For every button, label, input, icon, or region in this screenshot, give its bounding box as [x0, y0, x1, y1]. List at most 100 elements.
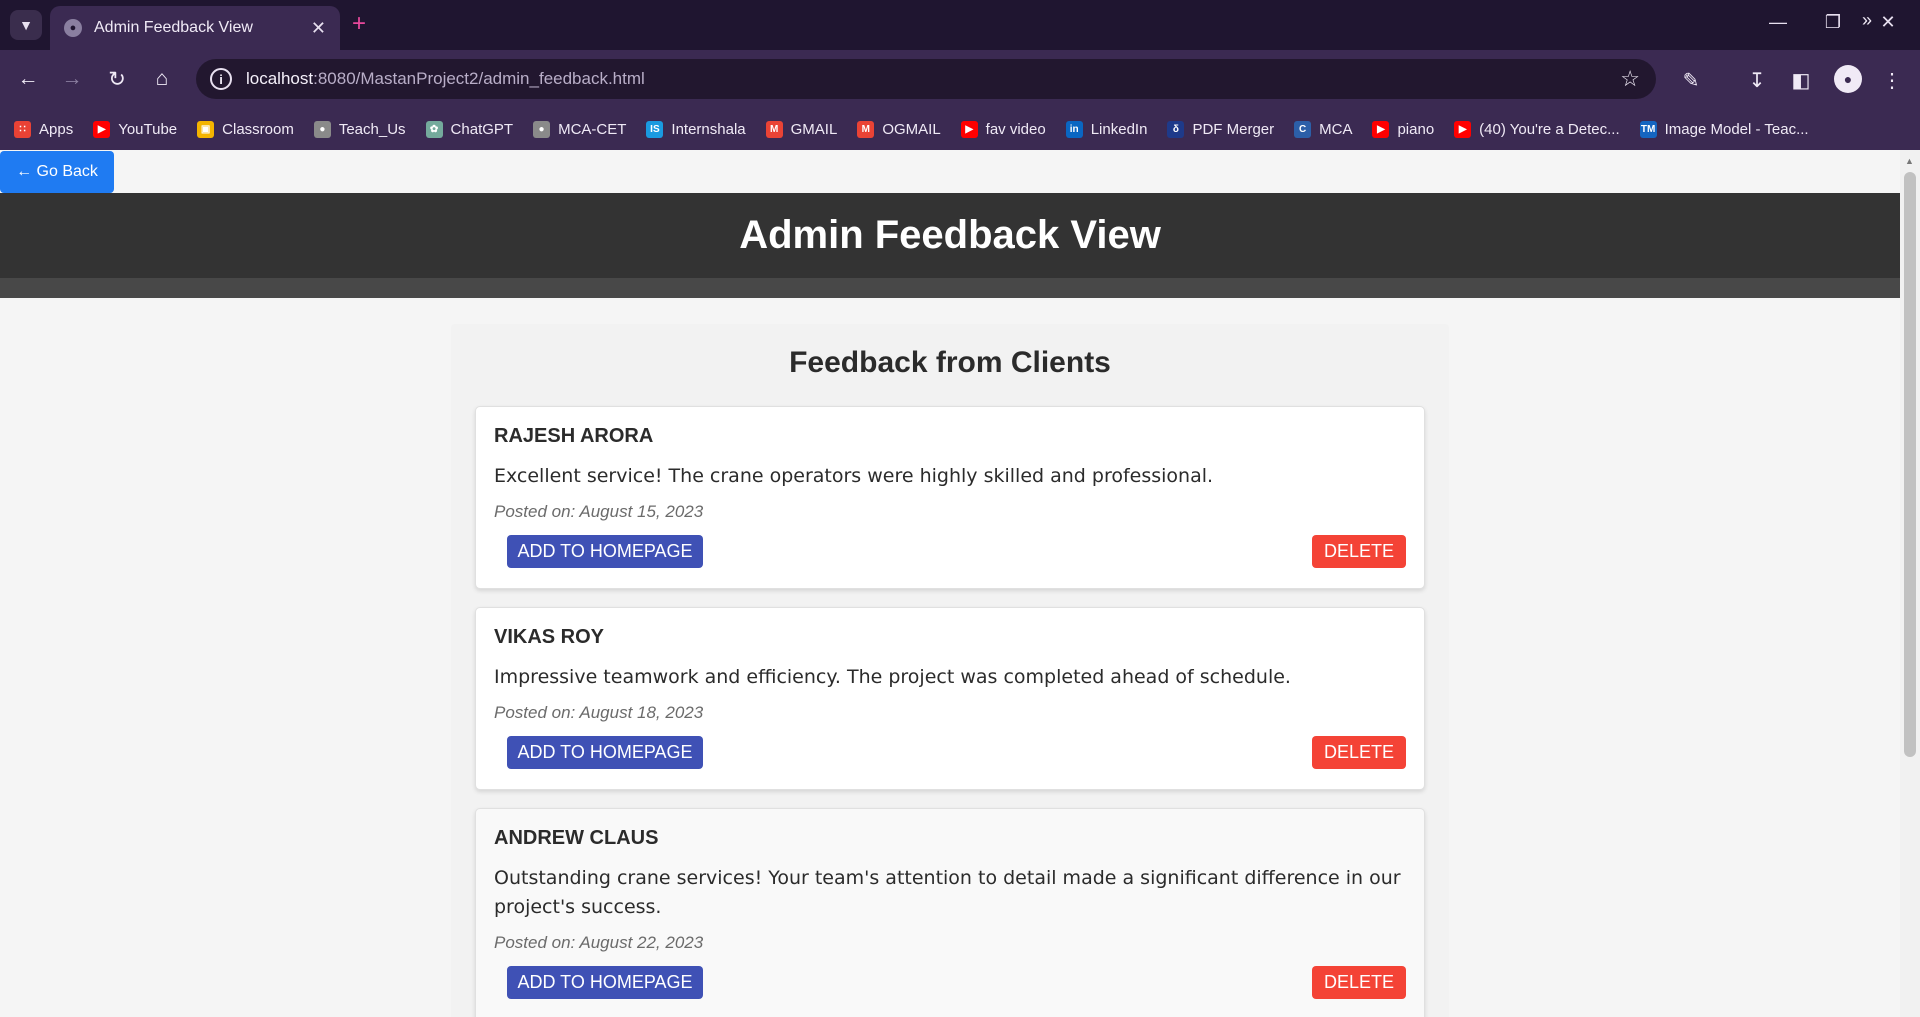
delete-button[interactable]: DELETE [1312, 736, 1406, 769]
bookmark-label: Internshala [671, 120, 746, 138]
bookmark-item[interactable]: ∷ Apps [14, 120, 74, 138]
profile-avatar[interactable]: ● [1834, 65, 1862, 93]
go-back-button[interactable]: ← Go Back [0, 151, 114, 193]
feedback-message: Outstanding crane services! Your team's … [494, 867, 1401, 918]
bookmark-label: Image Model - Teac... [1664, 120, 1809, 138]
bookmark-item[interactable]: M OGMAIL [857, 120, 941, 138]
close-window-icon[interactable]: ✕ [1868, 12, 1908, 33]
classroom-icon: ▣ [197, 120, 215, 138]
site-info-icon[interactable]: i [210, 68, 232, 90]
bookmarks-bar: ∷ Apps ▶ YouTube ▣ Classroom ● Teach_Us ✿ ChatGPT… [0, 108, 1920, 150]
section-title: Feedback from Clients [789, 346, 1111, 379]
restore-icon[interactable]: ❐ [1813, 12, 1853, 33]
delete-button[interactable]: DELETE [1312, 966, 1406, 999]
globe-icon: ● [533, 120, 551, 138]
bookmark-item[interactable]: ▶ YouTube [93, 120, 178, 138]
bookmark-label: PDF Merger [1192, 120, 1275, 138]
bookmark-item[interactable]: ✿ ChatGPT [425, 120, 514, 138]
chatgpt-icon: ✿ [425, 120, 443, 138]
pdf-merger-icon: δ [1167, 120, 1185, 138]
back-arrow-icon[interactable]: ← [14, 65, 42, 93]
menu-kebab-icon[interactable]: ⋮ [1878, 66, 1906, 94]
bookmark-label: YouTube [118, 120, 178, 138]
url-path: :8080/MastanProject2/admin_feedback.html [313, 69, 645, 88]
apps-grid-icon: ∷ [14, 120, 31, 138]
bookmark-label: Teach_Us [338, 120, 406, 138]
home-icon[interactable]: ⌂ [148, 65, 176, 93]
delete-button[interactable]: DELETE [1312, 535, 1406, 568]
minimize-icon[interactable]: — [1758, 12, 1798, 33]
posted-date: Posted on: August 18, 2023 [494, 703, 704, 722]
gmail-icon: M [857, 120, 875, 138]
url-host: localhost [246, 69, 314, 88]
feedback-container: Feedback from Clients RAJESH ARORA Excel… [451, 324, 1449, 1017]
bookmark-label: piano [1397, 120, 1435, 138]
bookmark-label: MCA-CET [558, 120, 627, 138]
youtube-icon: ▶ [960, 120, 978, 138]
feedback-message: Excellent service! The crane operators w… [494, 465, 1214, 487]
more-bookmarks-chevron-icon[interactable]: » [1862, 10, 1872, 31]
bookmark-item[interactable]: in LinkedIn [1065, 120, 1148, 138]
bookmark-label: ChatGPT [450, 120, 514, 138]
bookmark-star-icon[interactable]: ☆ [1620, 66, 1640, 92]
bookmark-item[interactable]: ▶ fav video [960, 120, 1046, 138]
tm-icon: TM [1639, 120, 1657, 138]
scrollbar-thumb[interactable] [1904, 172, 1916, 757]
scroll-up-arrow-icon[interactable]: ▲ [1905, 156, 1914, 166]
bookmark-label: Classroom [222, 120, 294, 138]
feedback-message: Impressive teamwork and efficiency. The … [494, 666, 1291, 688]
new-tab-plus-icon[interactable]: + [352, 12, 366, 36]
client-name: RAJESH ARORA [494, 425, 654, 447]
tab-search-chevron-icon[interactable]: ▼ [10, 10, 42, 40]
client-name: ANDREW CLAUS [494, 827, 659, 849]
page-viewport: ← Go Back Admin Feedback View Feedback f… [0, 150, 1900, 1017]
posted-date: Posted on: August 22, 2023 [494, 933, 704, 952]
page-title: Admin Feedback View [739, 213, 1161, 257]
youtube-icon: ▶ [1454, 120, 1472, 138]
bookmark-label: GMAIL [790, 120, 838, 138]
reload-icon[interactable]: ↻ [103, 65, 131, 93]
add-to-homepage-button[interactable]: ADD TO HOMEPAGE [507, 736, 703, 769]
bookmark-label: (40) You're a Detec... [1479, 120, 1620, 138]
bookmark-item[interactable]: ● Teach_Us [313, 120, 406, 138]
bookmark-item[interactable]: δ PDF Merger [1167, 120, 1275, 138]
browser-tab-strip: ▼ ● Admin Feedback View ✕ + — ❐ ✕ [0, 0, 1920, 50]
header-divider [0, 278, 1900, 298]
bookmark-item[interactable]: C MCA [1294, 120, 1353, 138]
bookmark-item[interactable]: M GMAIL [765, 120, 838, 138]
forward-arrow-icon[interactable]: → [58, 65, 86, 93]
vertical-scrollbar[interactable]: ▲ [1900, 150, 1920, 1017]
cet-icon: C [1294, 120, 1312, 138]
side-panel-icon[interactable]: ◧ [1787, 66, 1815, 94]
bookmark-item[interactable]: IS Internshala [646, 120, 746, 138]
tab-admin-feedback[interactable]: ● Admin Feedback View ✕ [50, 6, 340, 50]
bookmark-label: Apps [39, 120, 74, 138]
download-icon[interactable]: ↧ [1743, 66, 1771, 94]
bookmark-item[interactable]: ● MCA-CET [533, 120, 627, 138]
bookmark-item[interactable]: ▶ (40) You're a Detec... [1454, 120, 1620, 138]
bookmark-label: LinkedIn [1090, 120, 1148, 138]
close-tab-icon[interactable]: ✕ [311, 18, 326, 39]
address-bar[interactable]: i localhost:8080/MastanProject2/admin_fe… [196, 59, 1656, 99]
page-header: Admin Feedback View [0, 193, 1900, 278]
globe-icon: ● [313, 120, 331, 138]
bookmark-item[interactable]: ▶ piano [1372, 120, 1435, 138]
youtube-icon: ▶ [93, 120, 111, 138]
bookmark-label: fav video [985, 120, 1046, 138]
bookmark-item[interactable]: TM Image Model - Teac... [1639, 120, 1809, 138]
bookmark-label: OGMAIL [882, 120, 941, 138]
youtube-icon: ▶ [1372, 120, 1390, 138]
bookmark-item[interactable]: ▣ Classroom [197, 120, 294, 138]
add-to-homepage-button[interactable]: ADD TO HOMEPAGE [507, 535, 703, 568]
bookmark-label: MCA [1319, 120, 1353, 138]
add-to-homepage-button[interactable]: ADD TO HOMEPAGE [507, 966, 703, 999]
feedback-card: VIKAS ROY Impressive teamwork and effici… [475, 607, 1425, 790]
globe-icon: ● [64, 19, 82, 37]
internshala-icon: IS [646, 120, 664, 138]
feedback-card: ANDREW CLAUS Outstanding crane services!… [475, 808, 1425, 1017]
tab-title: Admin Feedback View [94, 19, 253, 36]
feedback-card: RAJESH ARORA Excellent service! The cran… [475, 406, 1425, 589]
extensions-puzzle-icon[interactable]: ✎ [1677, 66, 1705, 94]
browser-toolbar: ← → ↻ ⌂ i localhost:8080/MastanProject2/… [0, 50, 1920, 108]
client-name: VIKAS ROY [494, 626, 605, 648]
